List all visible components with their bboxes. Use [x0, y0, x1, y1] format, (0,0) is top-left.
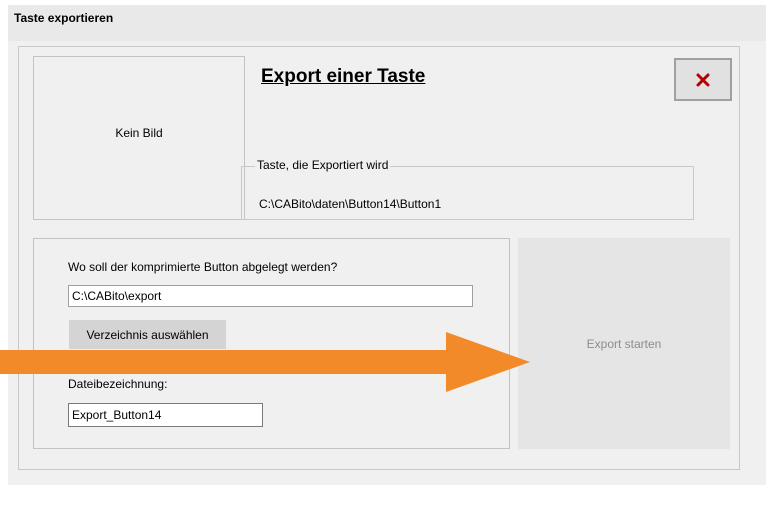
choose-directory-button[interactable]: Verzeichnis auswählen	[69, 320, 226, 349]
no-image-label: Kein Bild	[115, 125, 163, 140]
export-key-group-legend: Taste, die Exportiert wird	[255, 158, 391, 172]
close-x-icon	[696, 73, 710, 86]
target-directory-label: Wo soll der komprimierte Button abgelegt…	[68, 260, 338, 274]
filename-label: Dateibezeichnung:	[68, 377, 168, 391]
filename-input[interactable]	[68, 403, 263, 427]
start-export-button[interactable]: Export starten	[518, 238, 730, 449]
window-title: Taste exportieren	[14, 11, 114, 25]
dialog-heading: Export einer Taste	[261, 66, 426, 87]
close-button[interactable]	[674, 58, 732, 101]
key-image-preview: Kein Bild	[33, 56, 245, 220]
target-directory-input[interactable]	[68, 285, 473, 307]
export-key-group	[241, 166, 694, 220]
export-key-path: C:\CABito\daten\Button14\Button1	[259, 197, 442, 211]
title-bar	[8, 5, 766, 41]
